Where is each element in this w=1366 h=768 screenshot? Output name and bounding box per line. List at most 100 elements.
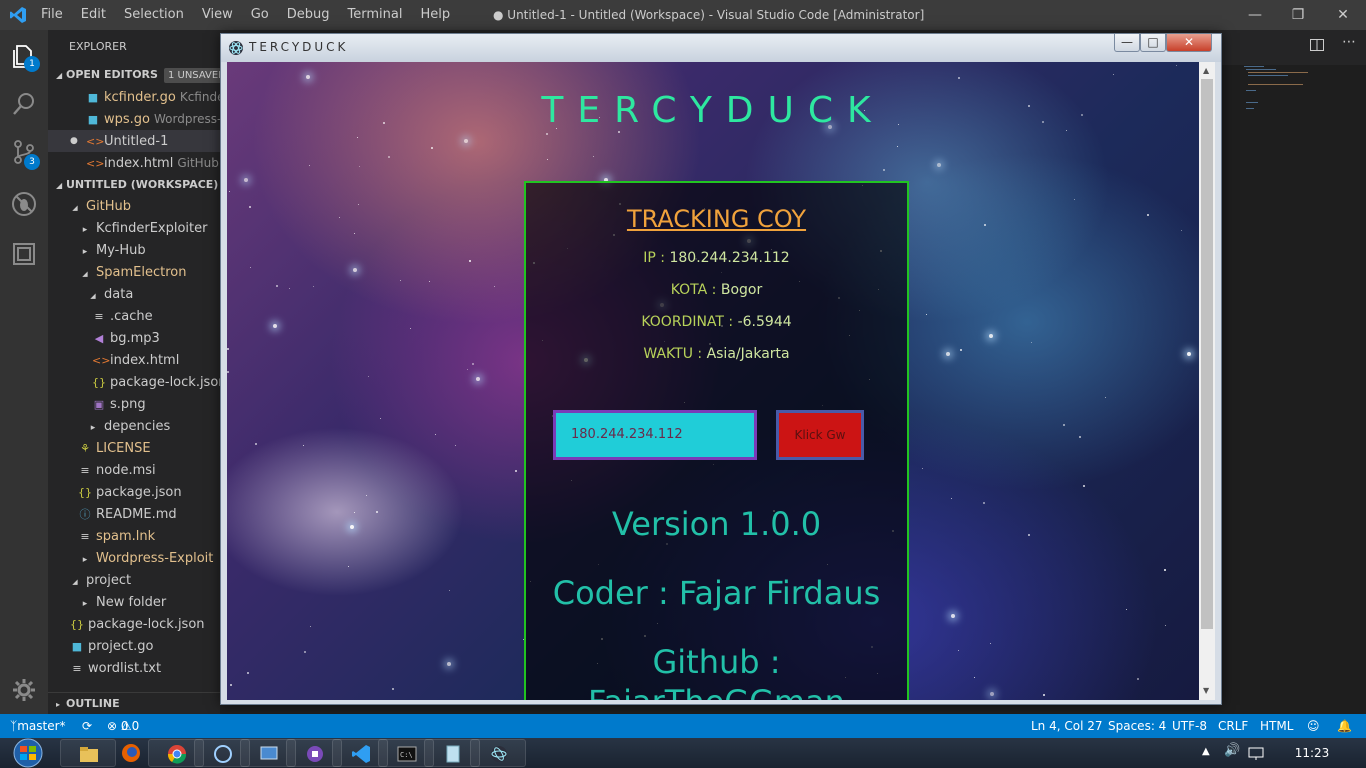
app-maximize-button[interactable]: □ xyxy=(1140,34,1166,52)
open-editor-item[interactable]: ■ kcfinder.goKcfinder xyxy=(48,86,220,108)
star xyxy=(354,512,355,513)
tree-folder[interactable]: ▸ Wordpress-Exploit xyxy=(48,548,220,570)
start-button-icon[interactable] xyxy=(8,738,48,768)
tree-folder[interactable]: ◢ data xyxy=(48,284,220,306)
star xyxy=(400,280,401,281)
ip-input[interactable]: 180.244.234.112 xyxy=(553,410,757,460)
tree-file[interactable]: <>index.html xyxy=(48,350,220,372)
tree-file[interactable]: ⓘ README.md xyxy=(48,504,220,526)
menu-selection[interactable]: Selection xyxy=(115,0,193,30)
bell-icon[interactable]: 🔔 xyxy=(1337,714,1352,738)
menu-go[interactable]: Go xyxy=(242,0,278,30)
taskbar-electron[interactable] xyxy=(470,739,526,767)
feedback-icon[interactable]: ☺ xyxy=(1307,714,1320,738)
gear-icon xyxy=(13,679,35,701)
cursor-position[interactable]: Ln 4, Col 27 xyxy=(1031,714,1103,738)
more-actions-icon[interactable]: ⋯ xyxy=(1342,34,1356,50)
tree-item-label: New folder xyxy=(96,595,167,610)
klick-button[interactable]: Klick Gw xyxy=(776,410,864,460)
menu-help[interactable]: Help xyxy=(411,0,459,30)
restore-button[interactable]: ❐ xyxy=(1275,0,1321,30)
source-control-activity[interactable]: 3 xyxy=(0,128,48,176)
tree-file[interactable]: ■ project.go xyxy=(48,636,220,658)
tree-folder[interactable]: ▸ KcfinderExploiter xyxy=(48,218,220,240)
tree-folder[interactable]: ▸ My-Hub xyxy=(48,240,220,262)
minimize-button[interactable]: — xyxy=(1232,0,1278,30)
menu-edit[interactable]: Edit xyxy=(72,0,115,30)
tree-item-label: GitHub xyxy=(86,199,132,214)
encoding[interactable]: UTF-8 xyxy=(1172,714,1207,738)
tree-file[interactable]: ⚘ LICENSE xyxy=(48,438,220,460)
branch-status[interactable]: ᛉ master* xyxy=(10,714,66,738)
tree-folder[interactable]: ◢ project xyxy=(48,570,220,592)
menu-view[interactable]: View xyxy=(193,0,242,30)
github-label-text: Github : xyxy=(652,643,781,681)
tercyduck-window: TERCYDUCK — □ ✕ TERCYDUCK TRACKING COY I… xyxy=(220,33,1222,705)
show-hidden-icons[interactable]: ▲ xyxy=(1202,746,1210,757)
star xyxy=(546,133,548,135)
taskbar-firefox[interactable] xyxy=(118,739,144,767)
outline-section[interactable]: ▸ OUTLINE xyxy=(48,692,220,714)
menu-terminal[interactable]: Terminal xyxy=(339,0,412,30)
system-clock[interactable]: 11:23 xyxy=(1288,738,1336,768)
extensions-activity[interactable] xyxy=(0,230,48,278)
problems-status[interactable]: ⊗ 0 ⚠ 0 xyxy=(107,714,139,738)
app-scroll-thumb[interactable] xyxy=(1201,79,1213,629)
star xyxy=(922,468,923,469)
menu-debug[interactable]: Debug xyxy=(278,0,339,30)
tree-file[interactable]: ▣ s.png xyxy=(48,394,220,416)
star xyxy=(1028,534,1030,536)
star xyxy=(547,159,548,160)
tree-folder[interactable]: ▸ New folder xyxy=(48,592,220,614)
line-ending[interactable]: CRLF xyxy=(1218,714,1248,738)
tree-file[interactable]: ≡ .cache xyxy=(48,306,220,328)
taskbar-explorer[interactable] xyxy=(60,739,116,767)
star xyxy=(303,445,304,446)
close-button[interactable]: ✕ xyxy=(1320,0,1366,30)
indentation[interactable]: Spaces: 4 xyxy=(1108,714,1166,738)
star xyxy=(1113,74,1114,75)
scroll-down-icon[interactable]: ▼ xyxy=(1203,686,1209,695)
search-activity[interactable] xyxy=(0,80,48,128)
tree-file[interactable]: {} package.json xyxy=(48,482,220,504)
star xyxy=(1187,352,1191,356)
koordinat-value: -6.5944 xyxy=(737,314,792,330)
scroll-up-icon[interactable]: ▲ xyxy=(1203,66,1209,75)
star xyxy=(449,590,450,591)
tree-file[interactable]: {} package-lock.json xyxy=(48,372,220,394)
explorer-activity[interactable]: 1 xyxy=(0,32,48,80)
tree-folder[interactable]: ◢ GitHub xyxy=(48,196,220,218)
open-editors-section[interactable]: ◢OPEN EDITORS 1 UNSAVED xyxy=(48,64,220,86)
menu-file[interactable]: File xyxy=(32,0,72,30)
language-mode[interactable]: HTML xyxy=(1260,714,1293,738)
tree-item-label: wordlist.txt xyxy=(88,661,162,676)
minimap[interactable] xyxy=(1244,64,1354,124)
sync-icon[interactable]: ⟳ xyxy=(82,714,92,738)
settings-activity[interactable] xyxy=(0,666,48,714)
app-minimize-button[interactable]: — xyxy=(1114,34,1140,52)
app-titlebar[interactable]: TERCYDUCK — □ ✕ xyxy=(221,34,1221,62)
tree-file[interactable]: ≡ spam.lnk xyxy=(48,526,220,548)
unsaved-dot-icon[interactable]: ● xyxy=(70,130,78,152)
tree-file[interactable]: {} package-lock.json xyxy=(48,614,220,636)
open-editor-item[interactable]: ● <>Untitled-1 xyxy=(48,130,220,152)
tree-file[interactable]: ≡ wordlist.txt xyxy=(48,658,220,680)
panel-title: TRACKING COY xyxy=(626,205,807,233)
volume-icon[interactable]: 🔊 xyxy=(1224,743,1240,758)
split-editor-icon[interactable] xyxy=(1310,39,1324,51)
tree-file[interactable]: ≡ node.msi xyxy=(48,460,220,482)
network-icon[interactable] xyxy=(1248,746,1264,760)
debug-activity[interactable] xyxy=(0,180,48,228)
tree-folder[interactable]: ◢ SpamElectron xyxy=(48,262,220,284)
star xyxy=(515,470,517,472)
open-editor-item[interactable]: ■ wps.go Wordpress-E xyxy=(48,108,220,130)
open-editor-name: Untitled-1 xyxy=(104,134,169,149)
tree-folder[interactable]: ▸ depencies xyxy=(48,416,220,438)
kota-info: KOTA : Bogor xyxy=(526,282,907,298)
open-editor-item[interactable]: <>index.htmlGitHub • xyxy=(48,152,220,174)
app-close-button[interactable]: ✕ xyxy=(1166,34,1212,52)
tree-file[interactable]: ◀ bg.mp3 xyxy=(48,328,220,350)
chrome-icon xyxy=(167,745,187,764)
workspace-section[interactable]: ◢ UNTITLED (WORKSPACE) xyxy=(48,174,220,196)
star xyxy=(229,191,230,192)
